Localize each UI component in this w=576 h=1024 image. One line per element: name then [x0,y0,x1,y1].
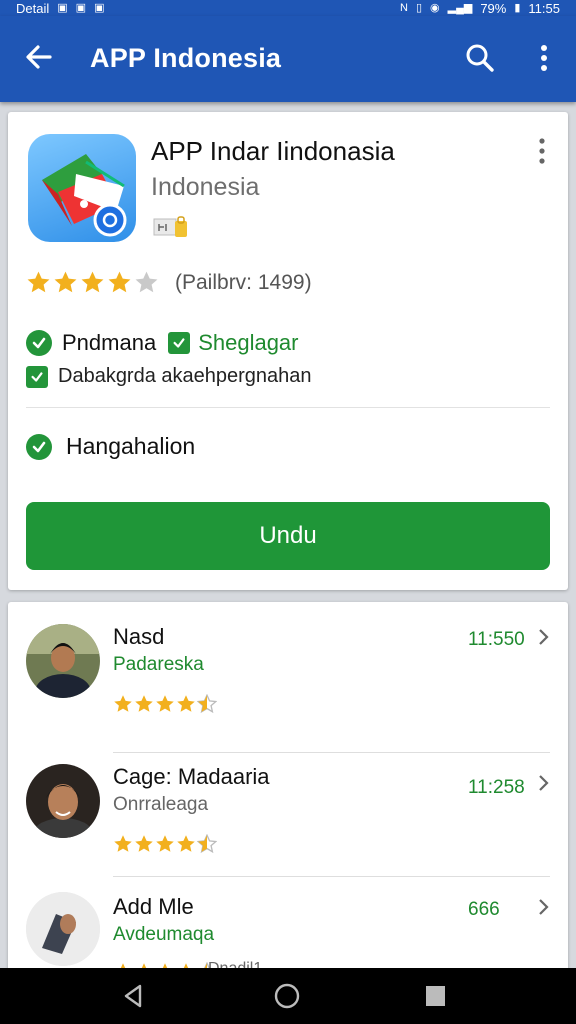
rating-stars [26,270,159,295]
signal-icon: ▂▄▆ [447,2,473,14]
app-bar: APP Indonesia [0,16,576,102]
star-icon [135,695,153,712]
feature-row: Dabakgrda akaehpergnahan [26,365,312,388]
divider [26,407,550,408]
wifi-icon: ◉ [430,2,440,14]
review-stars [113,834,217,854]
star-icon [114,695,132,712]
star-icon [27,271,50,293]
back-arrow-icon[interactable] [24,42,54,72]
reviewer-subtitle: Avdeumaqa [113,924,215,945]
check-circle-icon [26,433,52,460]
star-icon [114,835,132,852]
divider [113,876,550,877]
app-developer: Indonesia [151,173,260,201]
star-icon [108,271,131,293]
review-stars [113,694,217,714]
app-detail-card: APP Indar Iindonasia Indonesia (Pailbrv:… [8,112,568,590]
reviews-list: Nasd Padareska 11:550 Cage: Madaaria Onr… [8,602,568,972]
avatar [26,624,100,698]
review-item[interactable]: Cage: Madaaria Onrraleaga 11:258 [8,742,568,882]
chevron-right-icon[interactable] [534,626,552,648]
app-rating: (Pailbrv: 1499) [26,270,312,295]
status-left-text: Detail [16,0,50,16]
reviewer-subtitle: Padareska [113,654,204,675]
notification-icon: ▣ [75,2,87,14]
notification-icon: ▣ [94,2,105,14]
review-item[interactable]: Add Mle Avdeumaqa Dnadil1 666 [8,882,568,972]
star-half-icon [197,834,217,854]
review-time: 11:258 [468,777,525,798]
app-icon [28,134,136,242]
check-box-icon [168,332,191,354]
star-icon [177,835,195,852]
feature-row: Hangahalion [26,433,195,460]
reviewer-name: Nasd [113,624,165,649]
check-box-icon [26,365,48,388]
download-button[interactable]: Undu [26,502,550,570]
recents-icon[interactable] [420,982,450,1010]
nfc-icon: N [399,2,408,14]
reviewer-name: Add Mle [113,894,194,919]
review-item[interactable]: Nasd Padareska 11:550 [8,602,568,753]
star-icon [156,695,174,712]
app-name: APP Indar Iindonasia [151,136,395,166]
star-icon [156,835,174,852]
reviewer-name: Cage: Madaaria [113,764,270,789]
navigation-bar [0,968,576,1024]
star-empty-icon [135,271,158,293]
content-rating-badge-icon [153,216,187,237]
status-bar: Detail ▣ ▣ ▣ N ▯ ◉ ▂▄▆ 79% ▮ 11:55 [0,0,576,16]
star-half-icon [197,694,217,714]
page-title: APP Indonesia [90,43,282,73]
feature-label: Dabakgrda akaehpergnahan [58,365,312,387]
clock: 11:55 [528,0,560,16]
review-time: 11:550 [468,629,525,650]
chevron-right-icon[interactable] [534,896,552,918]
home-icon[interactable] [272,982,302,1010]
star-icon [54,271,77,293]
star-icon [177,695,195,712]
notification-icon: ▣ [57,2,68,14]
star-icon [81,271,104,293]
chevron-right-icon[interactable] [534,772,552,794]
star-icon [135,835,153,852]
reviewer-subtitle: Onrraleaga [113,794,209,815]
back-icon[interactable] [118,982,148,1010]
avatar [26,892,100,966]
overflow-menu-icon[interactable] [530,42,558,74]
battery-percent: 79% [480,0,507,16]
app-options-icon[interactable] [532,136,552,166]
review-time: 666 [468,899,500,920]
avatar [26,764,100,838]
battery-icon: ▮ [514,2,521,14]
feature-row: Pndmana Sheglagar [26,330,299,356]
vibrate-icon: ▯ [415,2,422,14]
search-icon[interactable] [464,42,496,74]
rating-count: (Pailbrv: 1499) [175,270,312,294]
check-circle-icon [26,330,52,356]
feature-tag: Sheglagar [198,330,299,355]
feature-label: Pndmana [62,330,157,355]
feature-label: Hangahalion [66,433,196,459]
